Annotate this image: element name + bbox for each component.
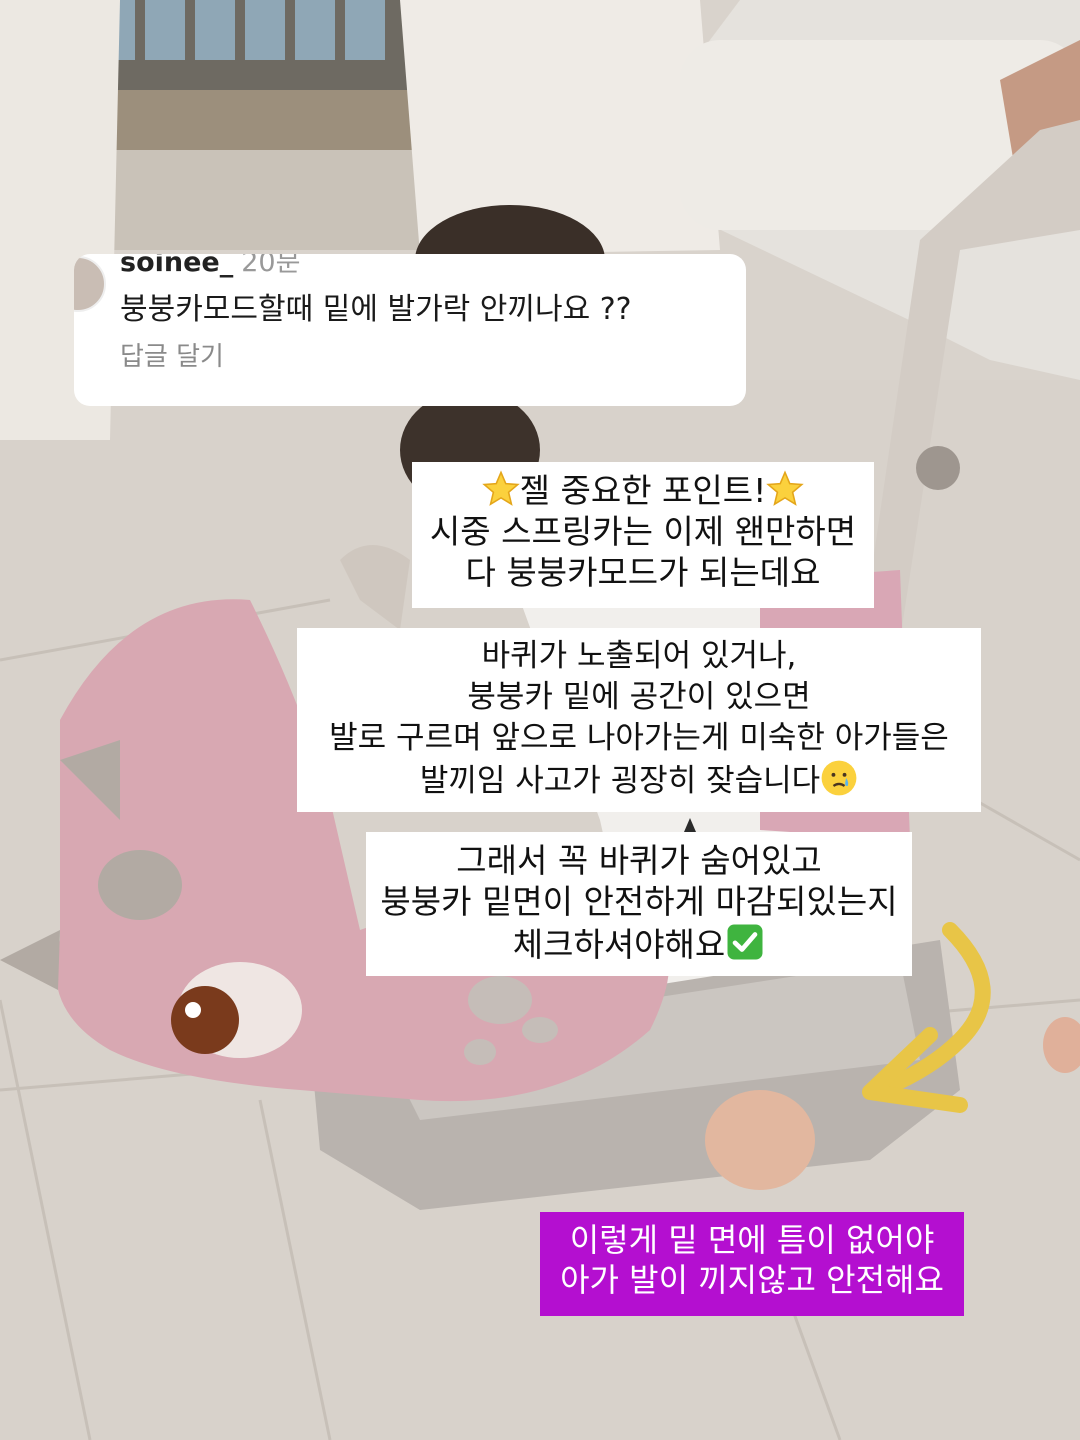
caption-line: 붕붕카 밑에 공간이 있으면 xyxy=(467,679,811,715)
walker-knob xyxy=(916,446,960,490)
comment-card: soinee_ 20분 붕붕카모드할때 밑에 발가락 안끼나요 ?? 답글 달기 xyxy=(74,254,746,406)
caption-line-text: 발끼임 사고가 굉장히 잦습니다 xyxy=(419,763,821,799)
comment-text: 붕붕카모드할때 밑에 발가락 안끼나요 ?? xyxy=(120,292,632,327)
star-emoji-icon xyxy=(481,470,520,506)
reply-link[interactable]: 답글 달기 xyxy=(120,336,224,373)
crying-face-emoji-icon xyxy=(821,760,857,796)
toy-eye-shine xyxy=(185,1002,201,1018)
caption-line: 바퀴가 노출되어 있거나, xyxy=(481,638,797,674)
caption-line: 시중 스프링카는 이제 왠만하면 xyxy=(429,512,857,551)
caption-line: 이렇게 밑 면에 틈이 없어야 xyxy=(569,1221,935,1259)
caption-line: 발로 구르며 앞으로 나아가는게 미숙한 아가들은 xyxy=(329,720,949,756)
toy-bump xyxy=(98,850,182,920)
caption-line: 체크하셔야해요 xyxy=(380,922,898,965)
caption-line: 다 붕붕카모드가 되는데요 xyxy=(465,553,821,592)
caption-line-text: 젤 중요한 포인트! xyxy=(519,471,767,510)
caption-check: 그래서 꼭 바퀴가 숨어있고 붕붕카 밑면이 안전하게 마감되있는지 체크하셔야… xyxy=(366,832,912,976)
toy-eye-iris xyxy=(171,986,239,1054)
comment-username-row: soinee_ 20분 xyxy=(120,254,300,279)
caption-line: 발끼임 사고가 굉장히 잦습니다 xyxy=(311,759,967,802)
caption-line: 그래서 꼭 바퀴가 숨어있고 xyxy=(456,841,822,880)
comment-time: 20분 xyxy=(241,254,301,278)
check-mark-emoji-icon xyxy=(727,924,763,960)
caption-line: 아가 발이 끼지않고 안전해요 xyxy=(560,1261,944,1299)
caption-line: 붕붕카 밑면이 안전하게 마감되있는지 xyxy=(380,882,898,921)
caption-safety-highlight: 이렇게 밑 면에 틈이 없어야 아가 발이 끼지않고 안전해요 xyxy=(540,1212,964,1316)
commenter-avatar xyxy=(74,256,106,312)
caption-key-point: 젤 중요한 포인트! 시중 스프링카는 이제 왠만하면 다 붕붕카모드가 되는데… xyxy=(412,462,874,608)
baby-foot xyxy=(705,1090,815,1190)
caption-line: 젤 중요한 포인트! xyxy=(426,470,860,511)
star-emoji-icon xyxy=(766,470,805,506)
comment-username: soinee_ xyxy=(120,254,234,278)
caption-warning: 바퀴가 노출되어 있거나, 붕붕카 밑에 공간이 있으면 발로 구르며 앞으로 … xyxy=(297,628,981,812)
caption-line-text: 체크하셔야해요 xyxy=(512,925,726,964)
window-sill xyxy=(80,90,420,150)
